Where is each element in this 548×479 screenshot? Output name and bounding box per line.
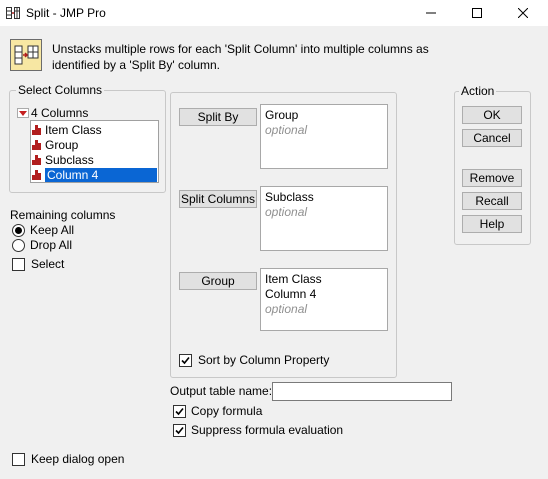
close-icon: [518, 8, 528, 18]
column-name: Group: [45, 137, 79, 152]
select-label: Select: [31, 257, 65, 271]
columns-count: 4 Columns: [31, 106, 89, 120]
keep-dialog-open-checkbox[interactable]: Keep dialog open: [12, 452, 124, 466]
output-table-name-label: Output table name:: [170, 384, 273, 398]
nominal-icon: [32, 139, 41, 150]
list-item-group[interactable]: Group: [32, 137, 157, 152]
list-item-item-class[interactable]: Item Class: [32, 122, 157, 137]
radio-selected-icon: [12, 223, 25, 237]
group-role-box[interactable]: Item Class Column 4 optional: [260, 268, 388, 331]
copy-formula-label: Copy formula: [191, 404, 263, 418]
drop-all-label: Drop All: [30, 238, 73, 252]
suppress-formula-evaluation-label: Suppress formula evaluation: [191, 423, 344, 437]
ok-button[interactable]: OK: [462, 106, 522, 124]
sort-by-column-property-label: Sort by Column Property: [198, 353, 330, 367]
checkbox-checked-icon: [173, 404, 186, 418]
group-value-column-4: Column 4: [265, 287, 317, 301]
split-by-optional: optional: [265, 123, 308, 137]
split-by-button[interactable]: Split By: [179, 108, 257, 126]
recall-button[interactable]: Recall: [462, 192, 522, 210]
output-table-name-input[interactable]: [272, 382, 452, 401]
list-item-subclass[interactable]: Subclass: [32, 152, 157, 167]
collapse-triangle-icon: [17, 108, 29, 118]
group-button[interactable]: Group: [179, 272, 257, 290]
split-columns-optional: optional: [265, 205, 308, 219]
sort-by-column-property-checkbox[interactable]: Sort by Column Property: [179, 353, 329, 367]
radio-unselected-icon: [12, 238, 25, 252]
remove-button[interactable]: Remove: [462, 169, 522, 187]
window-title: Split - JMP Pro: [26, 6, 106, 20]
maximize-button[interactable]: [454, 0, 500, 26]
split-columns-button[interactable]: Split Columns: [179, 190, 257, 208]
column-name: Subclass: [45, 152, 94, 167]
cancel-button[interactable]: Cancel: [462, 129, 522, 147]
keep-all-radio[interactable]: Keep All: [12, 223, 74, 237]
group-value-item-class: Item Class: [265, 272, 322, 286]
dialog-description: Unstacks multiple rows for each 'Split C…: [52, 42, 429, 72]
checkbox-unchecked-icon: [12, 257, 25, 271]
list-item-column-4[interactable]: Column 4: [32, 167, 157, 182]
keep-dialog-open-label: Keep dialog open: [31, 452, 125, 466]
minimize-button[interactable]: [408, 0, 454, 26]
nominal-icon: [32, 124, 41, 135]
split-columns-role-box[interactable]: Subclass optional: [260, 186, 388, 251]
suppress-formula-evaluation-checkbox[interactable]: Suppress formula evaluation: [173, 423, 343, 437]
help-button[interactable]: Help: [462, 215, 522, 233]
copy-formula-checkbox[interactable]: Copy formula: [173, 404, 262, 418]
column-name: Item Class: [45, 122, 102, 137]
checkbox-unchecked-icon: [12, 452, 25, 466]
nominal-icon: [32, 154, 41, 165]
title-bar: Split - JMP Pro: [0, 0, 548, 26]
select-checkbox[interactable]: Select: [12, 257, 64, 271]
column-list[interactable]: Item Class Group Subclass Column 4: [30, 120, 159, 183]
maximize-icon: [472, 8, 482, 18]
split-by-value: Group: [265, 108, 299, 122]
select-columns-title: Select Columns: [16, 83, 105, 97]
remaining-columns-label: Remaining columns: [10, 208, 116, 222]
drop-all-radio[interactable]: Drop All: [12, 238, 72, 252]
columns-expander[interactable]: 4 Columns: [17, 106, 88, 120]
minimize-icon: [426, 12, 436, 14]
keep-all-label: Keep All: [30, 223, 75, 237]
action-title: Action: [459, 84, 497, 98]
group-optional: optional: [265, 302, 308, 316]
split-by-role-box[interactable]: Group optional: [260, 104, 388, 169]
split-columns-icon: [10, 39, 42, 71]
split-columns-value: Subclass: [265, 190, 314, 204]
checkbox-checked-icon: [179, 353, 192, 367]
checkbox-checked-icon: [173, 423, 186, 437]
split-table-icon: [6, 7, 20, 19]
nominal-icon: [32, 169, 41, 180]
column-name-selected: Column 4: [45, 167, 157, 182]
split-columns-icon-graphic: [14, 45, 39, 65]
close-button[interactable]: [500, 0, 546, 26]
